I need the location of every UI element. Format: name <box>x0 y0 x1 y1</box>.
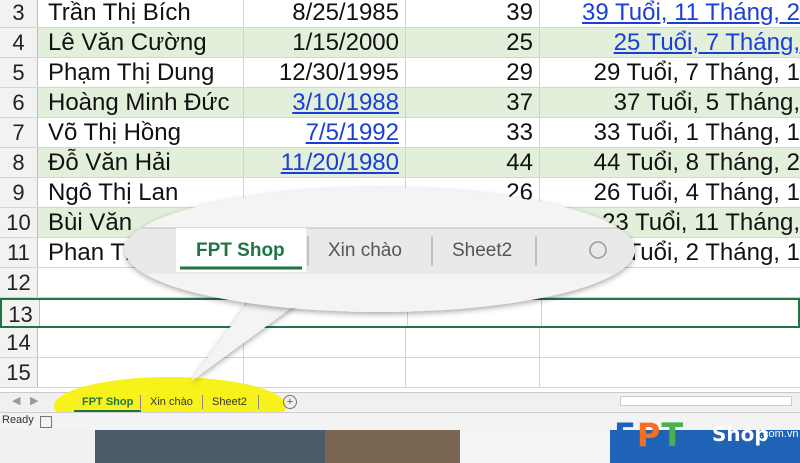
callout-tab-sheet2: Sheet2 <box>452 240 513 261</box>
callout-tab-fpt-shop: FPT Shop <box>196 240 285 261</box>
callout-tab-xin-chao: Xin chào <box>328 240 402 261</box>
zoom-callout <box>125 188 635 382</box>
